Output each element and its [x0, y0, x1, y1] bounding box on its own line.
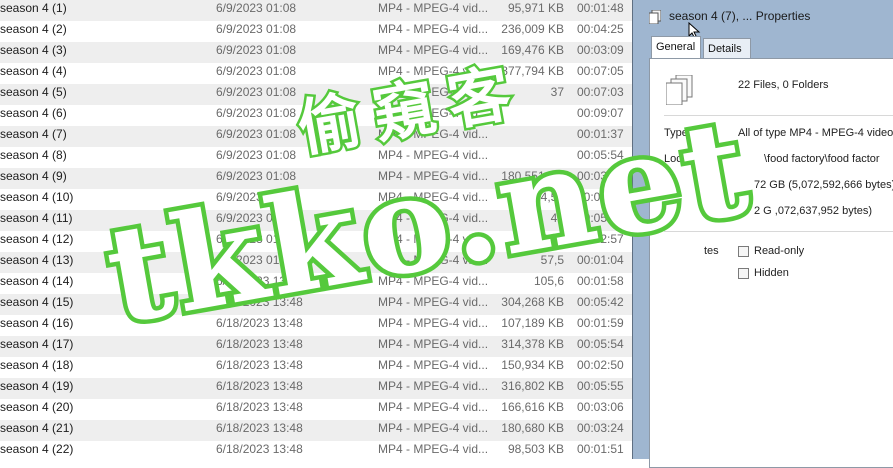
file-length: 00:01:51	[577, 442, 624, 456]
file-name: season 4 (13)	[0, 253, 74, 267]
file-size: 314,378 KB	[501, 337, 564, 351]
file-length: 00:05:54	[577, 337, 624, 351]
hidden-checkbox[interactable]	[738, 268, 749, 279]
size-value: 72 GB (5,072,592,666 bytes)	[754, 179, 893, 191]
file-name: season 4 (21)	[0, 421, 74, 435]
readonly-checkbox[interactable]	[738, 246, 749, 257]
dialog-titlebar[interactable]: season 4 (7), ... Properties	[639, 6, 889, 40]
file-date: 6/9/2023 01:08	[216, 22, 297, 36]
file-length: 00:02:50	[577, 358, 624, 372]
file-size: 95,971 KB	[507, 1, 564, 15]
file-date: 6/9/2023 01:08	[216, 85, 297, 99]
file-date: 6/9/2023 01:08	[216, 64, 297, 78]
file-name: season 4 (22)	[0, 442, 74, 456]
file-length: 00:05:55	[577, 379, 624, 393]
file-name: season 4 (19)	[0, 379, 74, 393]
file-date: 6/9/2023 01:08	[216, 43, 297, 57]
file-name: season 4 (7)	[0, 127, 67, 141]
file-row[interactable]: season 4 (21) 6/18/2023 13:48 MP4 - MPEG-4…	[0, 420, 640, 441]
file-name: season 4 (8)	[0, 148, 67, 162]
file-name: season 4 (4)	[0, 64, 67, 78]
file-name: season 4 (17)	[0, 337, 74, 351]
file-row[interactable]: season 4 (1) 6/9/2023 01:08 MP4 - MPEG-4 v…	[0, 0, 640, 21]
file-name: season 4 (16)	[0, 316, 74, 330]
file-date: 6/9/2023 01:08	[216, 127, 297, 141]
file-date: 6/18/2023 13:48	[216, 400, 303, 414]
file-length: 00:03:09	[577, 43, 624, 57]
file-length: 00:03:06	[577, 400, 624, 414]
file-date: 6/18/2023 13:48	[216, 379, 303, 393]
file-name: season 4 (18)	[0, 358, 74, 372]
file-row[interactable]: season 4 (20) 6/18/2023 13:48 MP4 - MPEG-4…	[0, 399, 640, 420]
file-size: 316,802 KB	[501, 379, 564, 393]
file-length: 00:01:48	[577, 1, 624, 15]
size-on-disk-value: 2 G ,072,637,952 bytes)	[754, 205, 873, 217]
file-date: 6/9/2023 01:08	[216, 148, 297, 162]
file-size: 107,189 KB	[501, 316, 564, 330]
hidden-label[interactable]: Hidden	[754, 267, 789, 279]
file-row[interactable]: season 4 (3) 6/9/2023 01:08 MP4 - MPEG-4 v…	[0, 42, 640, 63]
file-size: 150,934 KB	[501, 358, 564, 372]
file-name: season 4 (5)	[0, 85, 67, 99]
file-date: 6/18/2023 13:48	[216, 337, 303, 351]
file-size: 98,503 KB	[507, 442, 564, 456]
file-date: 6/18/2023 13:48	[216, 442, 303, 456]
file-row[interactable]: season 4 (19) 6/18/2023 13:48 MP4 - MPEG-4…	[0, 378, 640, 399]
tab-general[interactable]: General	[651, 36, 701, 60]
file-name: season 4 (9)	[0, 169, 67, 183]
file-name: season 4 (20)	[0, 400, 74, 414]
file-length: 00:07:05	[577, 64, 624, 78]
dialog-tabs: General Details	[645, 36, 885, 60]
file-length: 00:04:25	[577, 22, 624, 36]
file-row[interactable]: season 4 (18) 6/18/2023 13:48 MP4 - MPEG-4…	[0, 357, 640, 378]
file-length: 00:07:03	[577, 85, 624, 99]
file-size: 166,616 KB	[501, 400, 564, 414]
file-length: 00:01:58	[577, 274, 624, 288]
file-size: 180,680 KB	[501, 421, 564, 435]
type-value: All of type MP4 - MPEG-4 video fi	[738, 127, 893, 139]
file-name: season 4 (6)	[0, 106, 67, 120]
file-name: season 4 (15)	[0, 295, 74, 309]
readonly-label[interactable]: Read-only	[754, 245, 804, 257]
file-date: 6/9/2023 01:08	[216, 106, 297, 120]
file-name: season 4 (1)	[0, 1, 67, 15]
file-size: 236,009 KB	[501, 22, 564, 36]
file-length: 00:01:59	[577, 316, 624, 330]
file-row[interactable]: season 4 (17) 6/18/2023 13:48 MP4 - MPEG-4…	[0, 336, 640, 357]
location-value: \food factory\food factor	[764, 153, 880, 165]
file-row[interactable]: season 4 (2) 6/9/2023 01:08 MP4 - MPEG-4 v…	[0, 21, 640, 42]
files-count: 22 Files, 0 Folders	[738, 79, 829, 91]
file-date: 6/18/2023 13:48	[216, 358, 303, 372]
file-length: 00:05:42	[577, 295, 624, 309]
file-date: 6/9/2023 01:08	[216, 1, 297, 15]
multi-file-icon	[649, 10, 661, 24]
file-name: season 4 (2)	[0, 22, 67, 36]
file-name: season 4 (3)	[0, 43, 67, 57]
file-length: 00:03:24	[577, 421, 624, 435]
file-name: season 4 (10)	[0, 190, 74, 204]
file-name: season 4 (14)	[0, 274, 74, 288]
dialog-title: season 4 (7), ... Properties	[669, 9, 811, 23]
tab-details[interactable]: Details	[703, 38, 751, 58]
file-name: season 4 (11)	[0, 211, 73, 225]
file-name: season 4 (12)	[0, 232, 74, 246]
file-row[interactable]: season 4 (22) 6/18/2023 13:48 MP4 - MPEG-4…	[0, 441, 640, 459]
file-date: 6/18/2023 13:48	[216, 421, 303, 435]
